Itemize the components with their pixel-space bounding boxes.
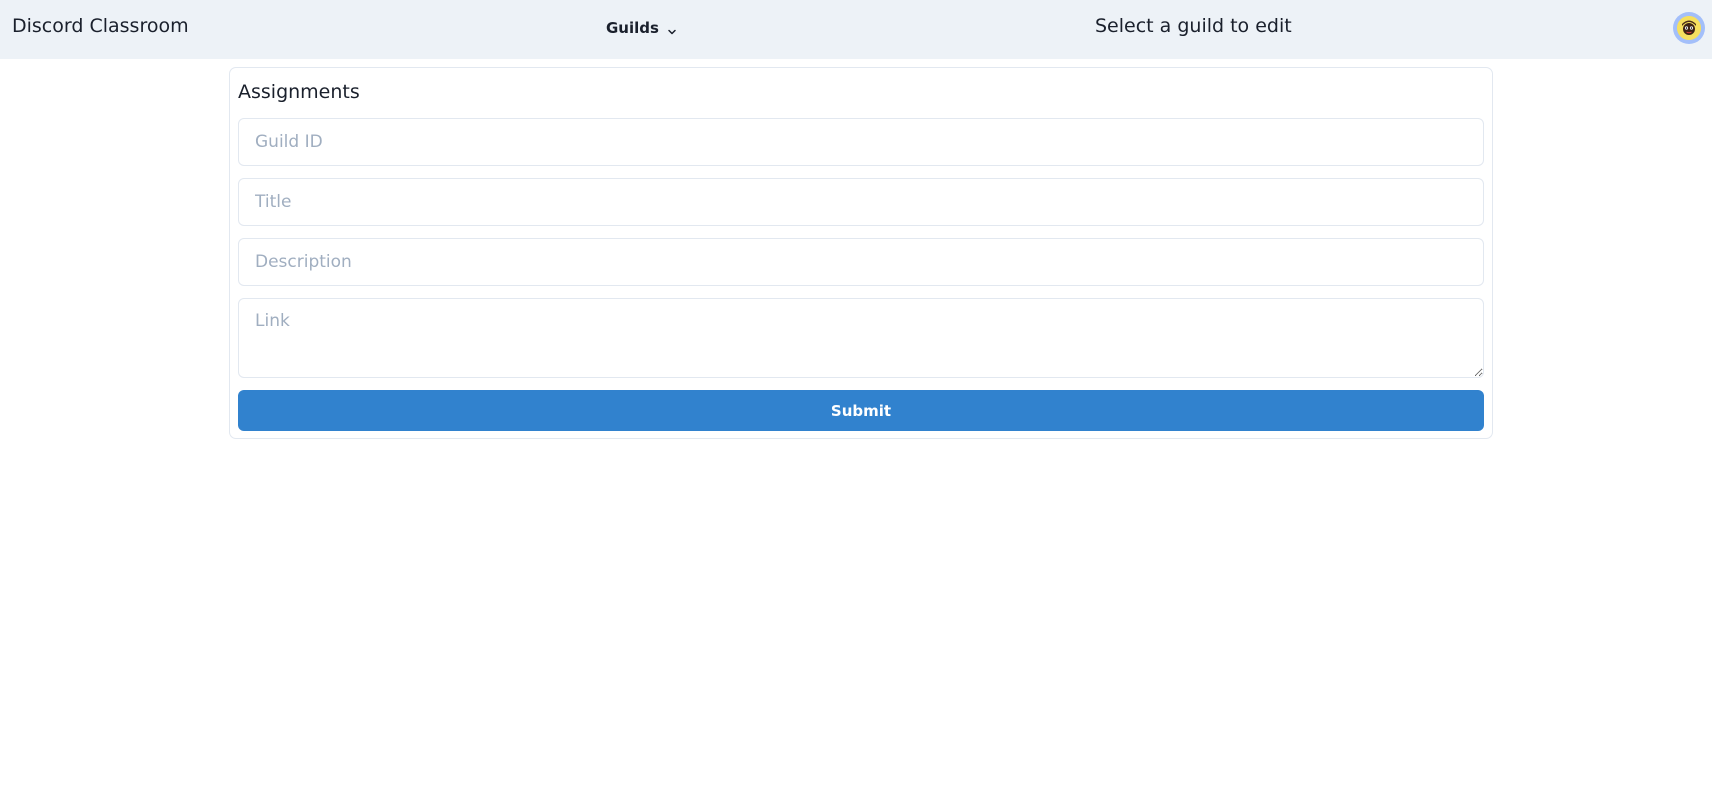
guilds-dropdown-button[interactable]: Guilds: [606, 16, 677, 40]
card-title: Assignments: [238, 81, 360, 103]
brand-title[interactable]: Discord Classroom: [12, 15, 189, 37]
guild-id-input[interactable]: [238, 118, 1484, 166]
user-avatar-icon: [1677, 16, 1701, 40]
avatar[interactable]: [1673, 12, 1705, 44]
link-textarea[interactable]: [238, 298, 1484, 378]
assignments-card: Assignments Submit: [229, 67, 1493, 439]
description-input[interactable]: [238, 238, 1484, 286]
guilds-dropdown-label: Guilds: [606, 19, 659, 37]
chevron-down-icon: [667, 23, 677, 35]
title-input[interactable]: [238, 178, 1484, 226]
submit-button[interactable]: Submit: [238, 390, 1484, 431]
select-guild-hint: Select a guild to edit: [1095, 15, 1292, 37]
top-navbar: Discord Classroom Guilds Select a guild …: [0, 0, 1712, 59]
